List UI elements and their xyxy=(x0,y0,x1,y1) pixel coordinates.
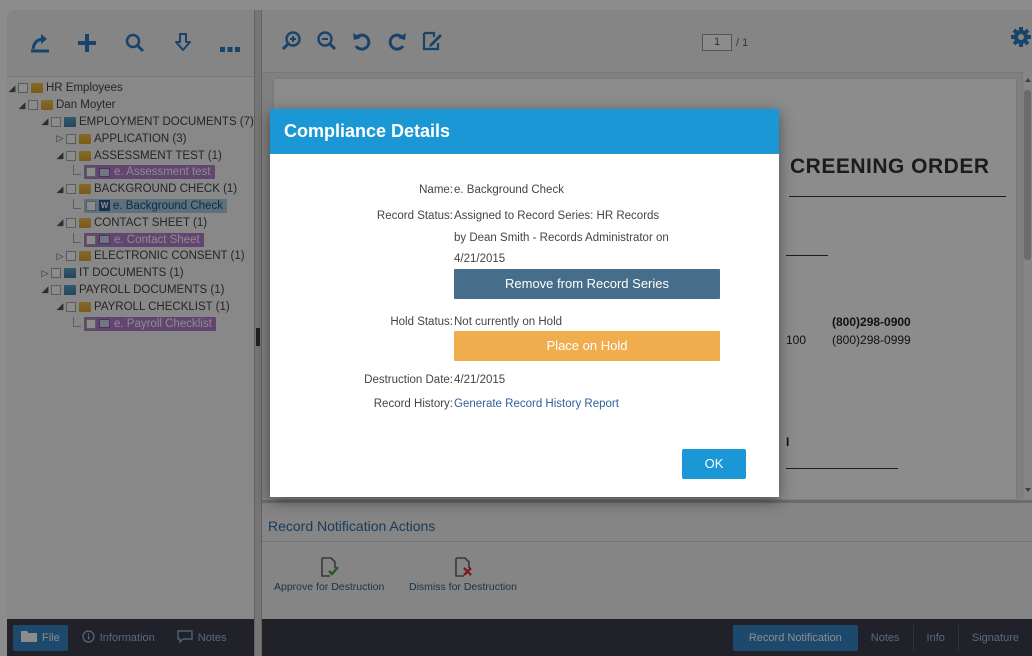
destruction-date-label: Destruction Date: xyxy=(364,374,453,386)
generate-record-history-link[interactable]: Generate Record History Report xyxy=(454,398,619,410)
dialog-title: Compliance Details xyxy=(270,109,779,154)
remove-from-record-series-button[interactable]: Remove from Record Series xyxy=(454,269,720,299)
record-status-line: Assigned to Record Series: HR Records xyxy=(454,210,660,222)
record-status-line: by Dean Smith - Records Administrator on xyxy=(454,232,669,244)
record-history-label: Record History: xyxy=(373,398,453,410)
ok-button[interactable]: OK xyxy=(682,449,746,479)
compliance-details-dialog: Compliance Details Name: e. Background C… xyxy=(270,109,779,497)
name-label: Name: xyxy=(419,184,453,196)
name-value: e. Background Check xyxy=(454,184,564,196)
destruction-date-value: 4/21/2015 xyxy=(454,374,506,386)
record-status-label: Record Status: xyxy=(376,210,453,222)
hold-status-value: Not currently on Hold xyxy=(454,316,563,328)
hold-status-label: Hold Status: xyxy=(390,316,453,328)
record-status-line: 4/21/2015 xyxy=(454,253,506,265)
place-on-hold-button[interactable]: Place on Hold xyxy=(454,331,720,361)
